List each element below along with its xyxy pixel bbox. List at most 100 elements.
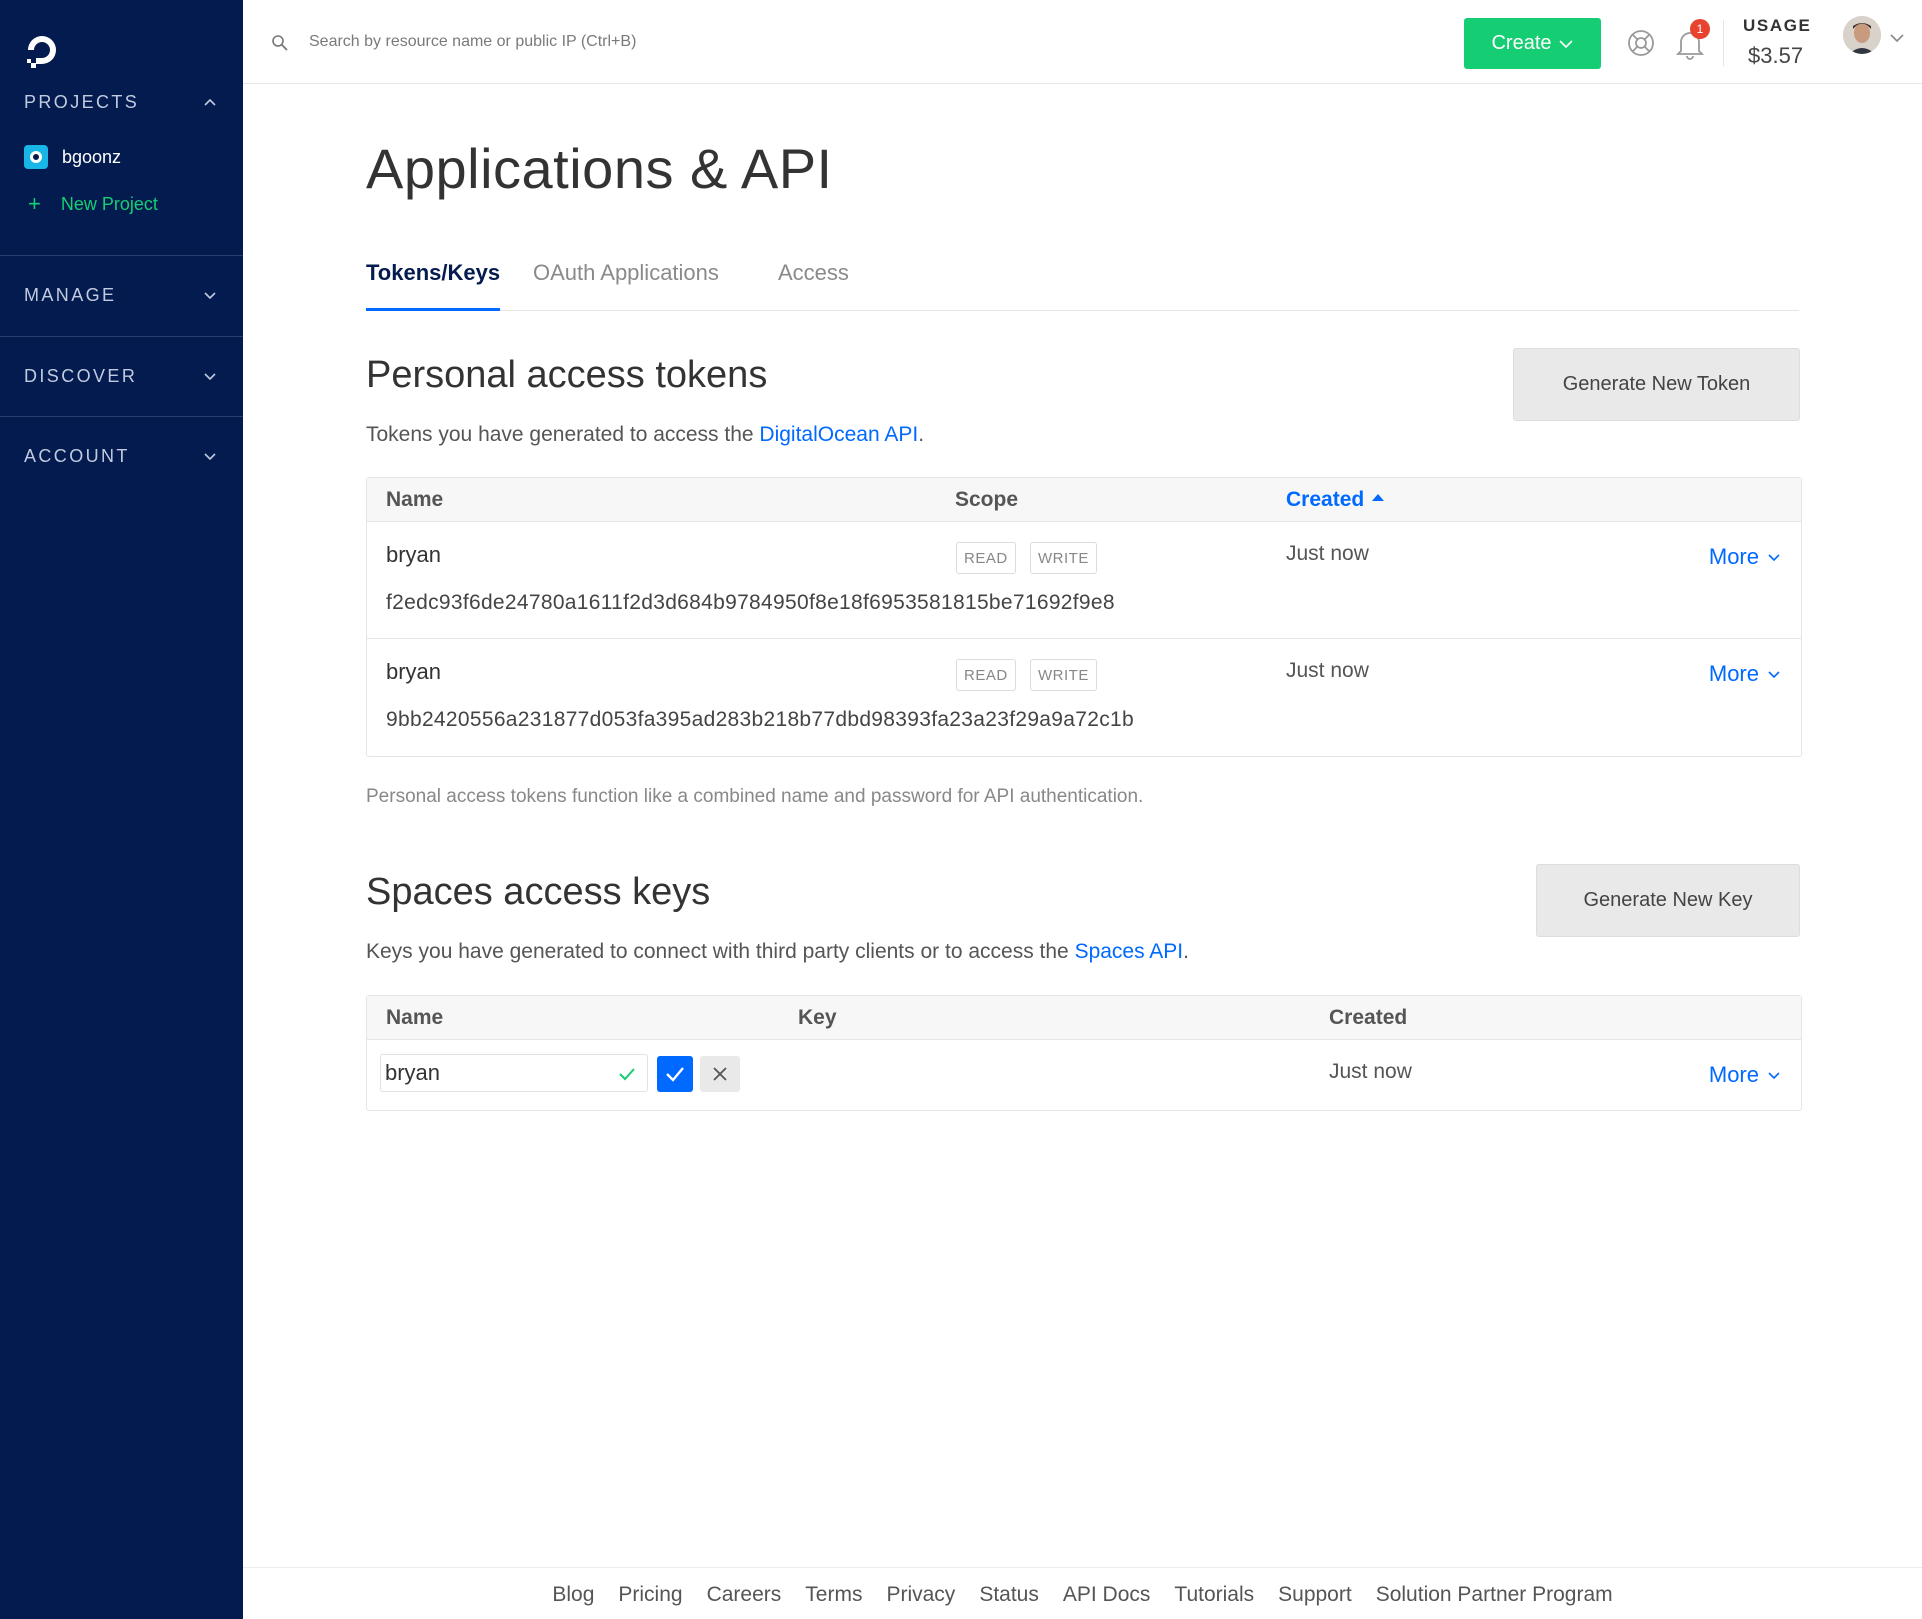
table-row: bryan READ WRITE Just now More 9bb242055…	[367, 639, 1801, 756]
digitalocean-api-link[interactable]: DigitalOcean API	[759, 423, 918, 446]
close-icon	[713, 1067, 727, 1081]
sidebar-section-label: ACCOUNT	[24, 446, 130, 466]
chevron-down-icon[interactable]	[1889, 30, 1905, 46]
spaces-table-header: Name Key Created	[367, 996, 1801, 1040]
chevron-down-icon	[1768, 671, 1780, 679]
more-label: More	[1708, 1062, 1759, 1087]
sidebar-section-label: MANAGE	[24, 285, 117, 305]
footer: Blog Pricing Careers Terms Privacy Statu…	[243, 1567, 1922, 1619]
sort-asc-icon	[1372, 493, 1385, 501]
tokens-table: Name Scope Created bryan READ WRITE Just…	[366, 477, 1802, 757]
do-logo-icon[interactable]	[22, 30, 62, 70]
tokens-footnote: Personal access tokens function like a c…	[366, 786, 1144, 807]
footer-link-terms[interactable]: Terms	[805, 1583, 862, 1607]
tab-access[interactable]: Access	[778, 260, 849, 311]
confirm-rename-button[interactable]	[657, 1056, 693, 1092]
chevron-down-icon	[204, 292, 216, 300]
spaces-desc-suffix: .	[1183, 940, 1189, 963]
usage-label: USAGE	[1743, 16, 1812, 35]
chevron-down-icon	[204, 373, 216, 381]
sidebar-divider	[0, 416, 243, 417]
column-header-created-label: Created	[1286, 488, 1365, 511]
column-header-created[interactable]: Created	[1286, 488, 1385, 512]
token-name: bryan	[386, 659, 442, 684]
token-value[interactable]: 9bb2420556a231877d053fa395ad283b218b77db…	[386, 708, 1134, 732]
search-icon	[272, 35, 288, 51]
sidebar-section-label: PROJECTS	[24, 92, 140, 112]
check-icon	[666, 1067, 684, 1082]
tab-oauth-applications[interactable]: OAuth Applications	[533, 260, 719, 311]
tabs: Tokens/Keys OAuth Applications Access	[366, 260, 1799, 311]
footer-links: Blog Pricing Careers Terms Privacy Statu…	[243, 1583, 1922, 1607]
search-input[interactable]	[309, 28, 909, 56]
spaces-desc-prefix: Keys you have generated to connect with …	[366, 940, 1075, 963]
sidebar-divider	[0, 255, 243, 256]
generate-new-token-button[interactable]: Generate New Token	[1513, 348, 1800, 421]
chevron-down-icon	[1558, 39, 1573, 48]
new-project-label: New Project	[60, 193, 158, 214]
chevron-down-icon	[1768, 1072, 1780, 1080]
footer-link-pricing[interactable]: Pricing	[618, 1583, 682, 1607]
topbar-divider	[1723, 20, 1724, 66]
create-button[interactable]: Create	[1464, 18, 1601, 69]
footer-link-blog[interactable]: Blog	[552, 1583, 594, 1607]
footer-link-api-docs[interactable]: API Docs	[1063, 1583, 1151, 1607]
column-header-name[interactable]: Name	[386, 488, 443, 512]
tokens-desc-suffix: .	[918, 423, 925, 446]
column-header-key[interactable]: Key	[798, 1006, 837, 1030]
footer-link-tutorials[interactable]: Tutorials	[1174, 1583, 1254, 1607]
tokens-desc-prefix: Tokens you have generated to access the	[366, 423, 760, 446]
token-created: Just now	[1286, 659, 1369, 682]
token-name: bryan	[386, 542, 442, 567]
spaces-section-title: Spaces access keys	[366, 871, 711, 913]
scope-badge-write: WRITE	[1030, 659, 1097, 691]
sidebar-section-label: DISCOVER	[24, 366, 138, 386]
generate-new-key-button[interactable]: Generate New Key	[1536, 864, 1800, 937]
column-header-scope[interactable]: Scope	[955, 488, 1018, 512]
table-row: Just now More	[367, 1040, 1801, 1110]
create-button-label: Create	[1491, 32, 1552, 54]
more-dropdown[interactable]: More	[1709, 544, 1781, 570]
usage-value[interactable]: $3.57	[1748, 43, 1803, 69]
more-dropdown[interactable]: More	[1709, 1062, 1781, 1088]
tokens-table-header: Name Scope Created	[367, 478, 1801, 522]
key-name-field	[380, 1054, 648, 1092]
column-header-created[interactable]: Created	[1329, 1006, 1407, 1030]
avatar-image	[1843, 16, 1881, 54]
column-header-name[interactable]: Name	[386, 1006, 443, 1030]
cancel-rename-button[interactable]	[700, 1056, 740, 1092]
more-label: More	[1708, 544, 1759, 569]
page-title: Applications & API	[366, 137, 833, 200]
footer-link-status[interactable]: Status	[979, 1583, 1039, 1607]
tokens-section-title: Personal access tokens	[366, 354, 768, 396]
help-icon[interactable]	[1626, 28, 1656, 58]
chevron-down-icon	[204, 453, 216, 461]
sidebar-divider	[0, 336, 243, 337]
footer-link-careers[interactable]: Careers	[707, 1583, 782, 1607]
spaces-api-link[interactable]: Spaces API	[1075, 940, 1184, 963]
token-value[interactable]: f2edc93f6de24780a1611f2d3d684b9784950f8e…	[386, 591, 1115, 615]
tokens-section-desc: Tokens you have generated to access the …	[366, 423, 924, 447]
sidebar: PROJECTS bgoonz + New Project MANAGE DIS…	[0, 0, 243, 1619]
new-project-link[interactable]: + New Project	[28, 193, 158, 215]
scope-badge-write: WRITE	[1030, 542, 1097, 574]
avatar[interactable]	[1843, 16, 1881, 54]
sidebar-project-bgoonz[interactable]: bgoonz	[24, 145, 121, 169]
key-created: Just now	[1329, 1060, 1412, 1083]
token-created: Just now	[1286, 542, 1369, 565]
project-icon	[24, 145, 48, 169]
plus-icon: +	[28, 191, 41, 216]
chevron-down-icon	[1768, 554, 1780, 562]
footer-link-support[interactable]: Support	[1278, 1583, 1352, 1607]
scope-badge-read: READ	[956, 659, 1016, 691]
footer-link-privacy[interactable]: Privacy	[886, 1583, 955, 1607]
more-dropdown[interactable]: More	[1709, 661, 1781, 687]
table-row: bryan READ WRITE Just now More f2edc93f6…	[367, 522, 1801, 639]
spaces-section-desc: Keys you have generated to connect with …	[366, 940, 1189, 964]
key-name-input[interactable]	[385, 1058, 605, 1088]
tab-tokens-keys[interactable]: Tokens/Keys	[366, 260, 501, 311]
check-icon	[619, 1068, 635, 1081]
spaces-keys-table: Name Key Created Just now More	[366, 995, 1802, 1111]
more-label: More	[1708, 661, 1759, 686]
footer-link-solution-partner-program[interactable]: Solution Partner Program	[1376, 1583, 1613, 1607]
